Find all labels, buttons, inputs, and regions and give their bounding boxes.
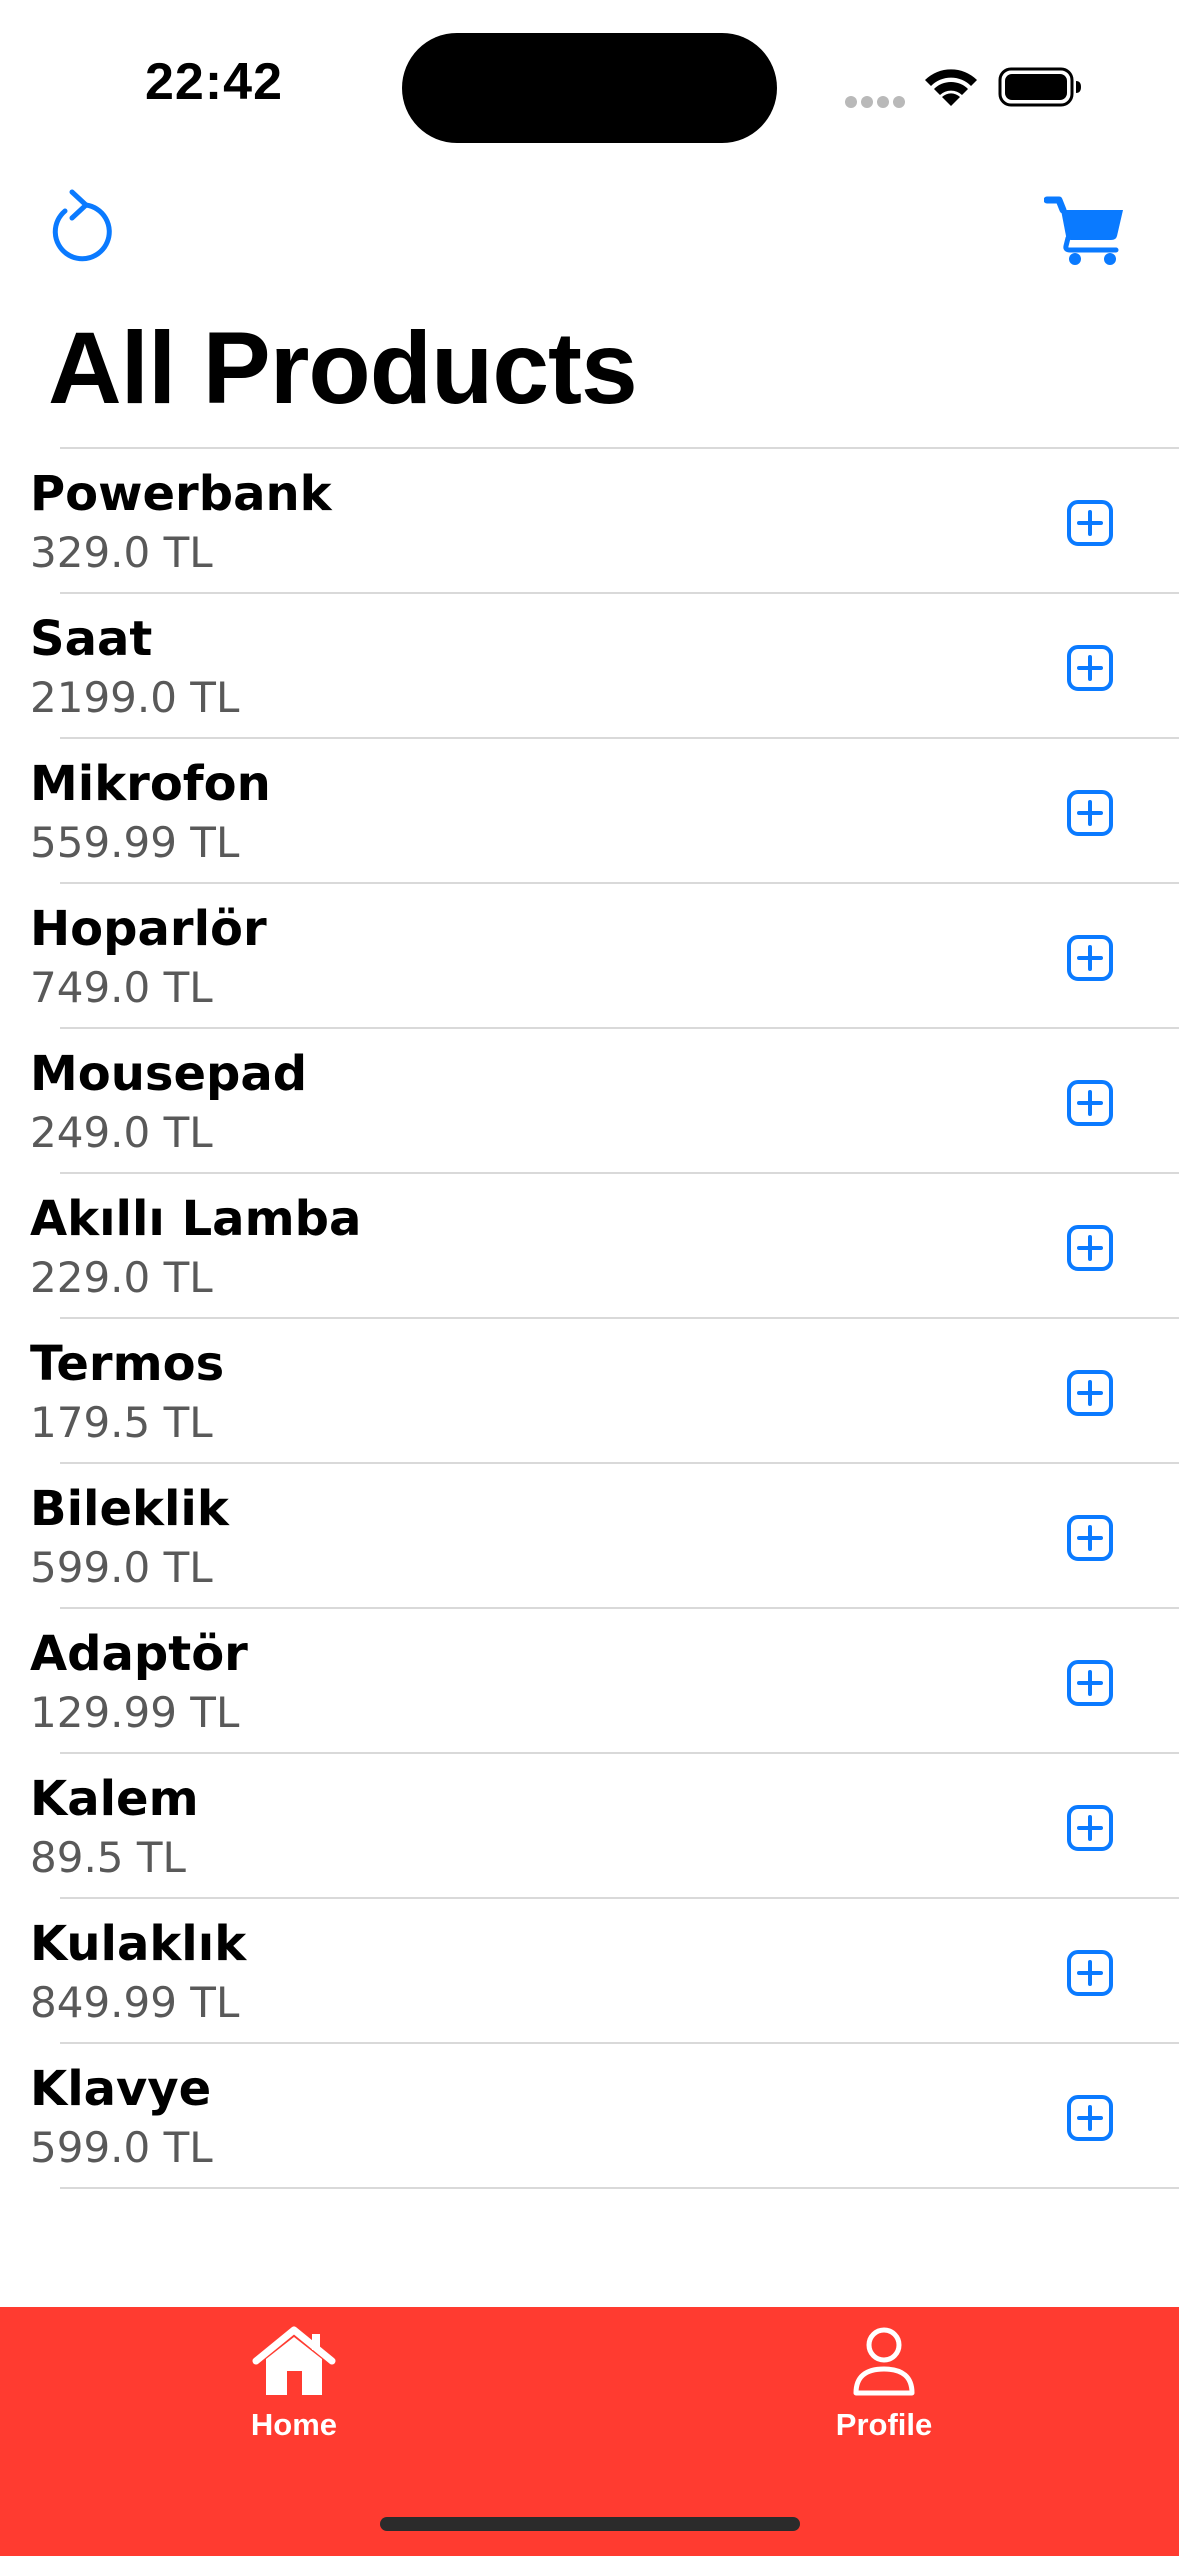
house-fill-icon	[252, 2326, 336, 2395]
product-price: 229.0 TL	[30, 1253, 213, 1302]
status-bar: 22:42	[0, 0, 1179, 170]
add-to-cart-button[interactable]	[1066, 934, 1114, 982]
product-name: Adaptör	[30, 1626, 248, 1682]
page-title: All Products	[48, 311, 638, 425]
plus-square-icon	[1067, 645, 1113, 691]
product-list: Powerbank 329.0 TL Saat 2199.0 TL Mikrofon 55…	[0, 447, 1179, 2189]
product-price: 329.0 TL	[30, 528, 213, 577]
plus-square-icon	[1067, 1515, 1113, 1561]
status-time: 22:42	[145, 53, 283, 111]
product-price: 89.5 TL	[30, 1833, 186, 1882]
refresh-button[interactable]	[48, 186, 114, 262]
home-indicator	[380, 2517, 800, 2531]
product-price: 179.5 TL	[30, 1398, 213, 1447]
product-row: Saat 2199.0 TL	[0, 594, 1179, 739]
add-to-cart-button[interactable]	[1066, 644, 1114, 692]
product-price: 599.0 TL	[30, 1543, 213, 1592]
wifi-icon	[925, 69, 977, 106]
add-to-cart-button[interactable]	[1066, 1659, 1114, 1707]
product-name: Klavye	[30, 2061, 212, 2117]
cart-fill-icon	[1044, 196, 1123, 265]
cart-button[interactable]	[1044, 194, 1126, 266]
add-to-cart-button[interactable]	[1066, 1949, 1114, 1997]
plus-square-icon	[1067, 1225, 1113, 1271]
add-to-cart-button[interactable]	[1066, 499, 1114, 547]
product-row: Bileklik 599.0 TL	[0, 1464, 1179, 1609]
product-row: Hoparlör 749.0 TL	[0, 884, 1179, 1029]
add-to-cart-button[interactable]	[1066, 2094, 1114, 2142]
plus-square-icon	[1067, 790, 1113, 836]
product-row: Powerbank 329.0 TL	[0, 449, 1179, 594]
product-row: Kalem 89.5 TL	[0, 1754, 1179, 1899]
add-to-cart-button[interactable]	[1066, 1224, 1114, 1272]
tab-profile[interactable]: Profile	[784, 2325, 984, 2465]
product-row: Adaptör 129.99 TL	[0, 1609, 1179, 1754]
product-name: Hoparlör	[30, 901, 267, 957]
add-to-cart-button[interactable]	[1066, 1079, 1114, 1127]
product-name: Kulaklık	[30, 1916, 247, 1972]
product-price: 849.99 TL	[30, 1978, 240, 2027]
plus-square-icon	[1067, 1950, 1113, 1996]
add-to-cart-button[interactable]	[1066, 789, 1114, 837]
tab-home-label: Home	[250, 2407, 338, 2442]
product-price: 249.0 TL	[30, 1108, 213, 1157]
product-price: 129.99 TL	[30, 1688, 240, 1737]
plus-square-icon	[1067, 500, 1113, 546]
add-to-cart-button[interactable]	[1066, 1514, 1114, 1562]
product-name: Mikrofon	[30, 756, 271, 812]
cellular-signal-icon	[845, 96, 905, 108]
product-name: Powerbank	[30, 466, 332, 522]
tab-bar: Home Profile	[0, 2307, 1179, 2556]
person-icon	[853, 2327, 915, 2396]
product-row: Akıllı Lamba 229.0 TL	[0, 1174, 1179, 1319]
plus-square-icon	[1067, 2095, 1113, 2141]
plus-square-icon	[1067, 935, 1113, 981]
product-price: 599.0 TL	[30, 2123, 213, 2172]
arrow-clockwise-icon	[52, 189, 112, 262]
plus-square-icon	[1067, 1370, 1113, 1416]
product-name: Kalem	[30, 1771, 199, 1827]
plus-square-icon	[1067, 1080, 1113, 1126]
product-row: Kulaklık 849.99 TL	[0, 1899, 1179, 2044]
product-name: Saat	[30, 611, 153, 667]
product-price: 749.0 TL	[30, 963, 213, 1012]
add-to-cart-button[interactable]	[1066, 1369, 1114, 1417]
product-price: 2199.0 TL	[30, 673, 240, 722]
screen: 22:42 All Products Powerbank 329.0 TL Sa…	[0, 0, 1179, 2556]
product-name: Termos	[30, 1336, 225, 1392]
plus-square-icon	[1067, 1805, 1113, 1851]
product-price: 559.99 TL	[30, 818, 240, 867]
tab-profile-label: Profile	[835, 2407, 933, 2442]
product-row: Termos 179.5 TL	[0, 1319, 1179, 1464]
product-row: Mousepad 249.0 TL	[0, 1029, 1179, 1174]
add-to-cart-button[interactable]	[1066, 1804, 1114, 1852]
battery-icon	[998, 67, 1081, 107]
product-name: Bileklik	[30, 1481, 229, 1537]
product-row: Klavye 599.0 TL	[0, 2044, 1179, 2189]
product-row: Mikrofon 559.99 TL	[0, 739, 1179, 884]
tab-home[interactable]: Home	[194, 2325, 394, 2465]
dynamic-island	[402, 33, 777, 143]
product-name: Mousepad	[30, 1046, 308, 1102]
product-name: Akıllı Lamba	[30, 1191, 362, 1247]
plus-square-icon	[1067, 1660, 1113, 1706]
